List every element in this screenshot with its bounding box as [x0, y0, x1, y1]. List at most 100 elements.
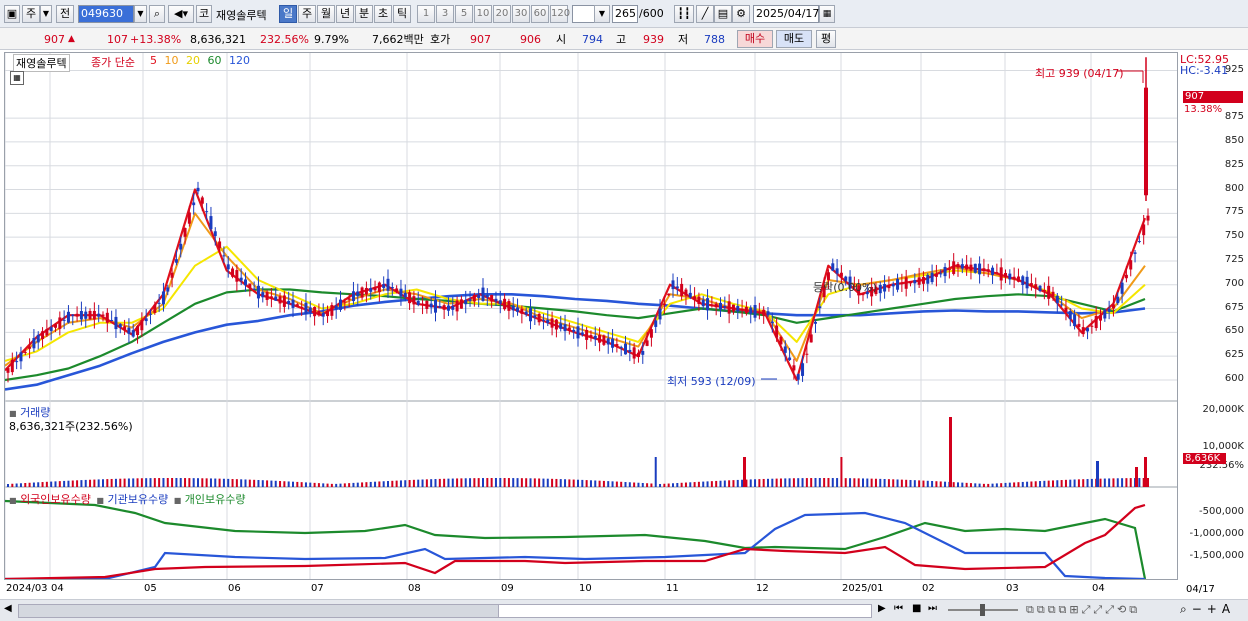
volume-bar [697, 481, 700, 487]
volume-bar [935, 481, 938, 487]
tab-6[interactable]: 틱 [393, 5, 411, 23]
save-icon[interactable]: ▤ [714, 5, 732, 23]
speaker-icon[interactable]: ◀▾ [168, 5, 194, 23]
first-page-icon[interactable]: ⏮ [894, 603, 903, 614]
zoom-slider-handle[interactable] [980, 604, 985, 616]
volume-bar [624, 482, 627, 487]
volume-bar [1073, 479, 1076, 487]
x-tick-label: 08 [408, 583, 421, 594]
market-dropdown-icon[interactable]: ▼ [40, 5, 52, 23]
candle-body [887, 284, 891, 289]
chart-area[interactable]: 재영솔루텍 종가 단순 5 10 20 60 120 ▦ 최고 939 (04/… [4, 52, 1178, 580]
last-page-icon[interactable]: ⏭ [928, 603, 937, 614]
volume-bar [67, 480, 70, 487]
volume-bar [538, 478, 541, 487]
current-price-box: 907 [1183, 91, 1243, 103]
volume-bar [214, 478, 217, 487]
candle-body [196, 187, 200, 192]
candle-type-icon[interactable]: ┇┇ [674, 5, 694, 23]
volume-bar [978, 483, 981, 487]
volume-bar [464, 478, 467, 487]
calendar-icon[interactable]: ▦ [819, 5, 835, 23]
eval-button[interactable]: 평 [816, 30, 836, 48]
candle-body [205, 211, 209, 213]
candle-body [347, 298, 351, 300]
grid-toggle-icon[interactable]: ▦ [10, 71, 24, 85]
interval-1[interactable]: 1 [417, 5, 435, 23]
stock-name: 재영솔루텍 [216, 9, 267, 22]
scroll-left-icon[interactable]: ◀ [4, 603, 12, 614]
candle-body [947, 269, 951, 271]
y-tick-label: 875 [1224, 111, 1244, 123]
volume-bar [926, 480, 929, 487]
date-input[interactable]: 2025/04/17 [753, 5, 819, 23]
foreign-line [5, 503, 1146, 579]
candle-body [421, 303, 425, 305]
interval-20[interactable]: 20 [493, 5, 511, 23]
scroll-thumb[interactable] [498, 604, 872, 618]
interval-30[interactable]: 30 [512, 5, 530, 23]
window-menu-icon[interactable]: ▣ [4, 5, 20, 23]
interval-10[interactable]: 10 [474, 5, 492, 23]
candle-body [818, 306, 822, 309]
candle-body [792, 365, 796, 371]
tab-5[interactable]: 초 [374, 5, 392, 23]
volume-bar [581, 479, 584, 487]
gear-icon[interactable]: ⚙ [732, 5, 750, 23]
period-button[interactable]: 전 [56, 5, 74, 23]
zoom-icons[interactable]: ⌕−+A [1180, 602, 1235, 617]
candle-body [200, 197, 204, 204]
interval-60[interactable]: 60 [531, 5, 549, 23]
interval-3[interactable]: 3 [436, 5, 454, 23]
candle-body [136, 326, 140, 336]
volume-bar [166, 478, 169, 487]
candle-body [231, 268, 235, 277]
volume-bar [1096, 461, 1099, 487]
candle-body [541, 319, 545, 321]
market-button[interactable]: 주 [22, 5, 40, 23]
tab-0[interactable]: 일 [279, 5, 297, 23]
candle-body [71, 314, 75, 316]
candle-body [649, 329, 653, 338]
volume-bar [248, 479, 251, 487]
kospi-button[interactable]: 코 [196, 5, 212, 23]
volume-bar [188, 478, 191, 487]
volume-bar [546, 478, 549, 487]
candle-body [118, 324, 122, 328]
candle-body [79, 311, 83, 320]
count-input[interactable]: 265 [612, 5, 638, 23]
volume-bar [529, 478, 532, 487]
buy-button[interactable]: 매수 [737, 30, 773, 48]
interval-120[interactable]: 120 [550, 5, 570, 23]
candle-body [412, 296, 416, 305]
tab-4[interactable]: 분 [355, 5, 373, 23]
volume-bar [949, 417, 952, 487]
inst-legend: 기관보유수량 [107, 493, 169, 506]
scroll-right-icon[interactable]: ▶ [878, 603, 886, 614]
draw-tool-icon[interactable]: ╱ [696, 5, 714, 23]
volume-bar [335, 483, 338, 487]
tool-icons[interactable]: ⧉⧉⧉⧉⊞⤢⤢⤢⟲⧉ [1026, 603, 1140, 617]
volume-bar [810, 478, 813, 487]
volume-bar [991, 483, 994, 487]
volume-bar [680, 482, 683, 487]
volume-bar [63, 480, 66, 487]
candle-body [900, 283, 904, 285]
tab-3[interactable]: 년 [336, 5, 354, 23]
tab-1[interactable]: 주 [298, 5, 316, 23]
search-icon[interactable]: ⌕ [149, 5, 165, 23]
candle-body [710, 304, 714, 306]
tab-2[interactable]: 월 [317, 5, 335, 23]
stock-code-input[interactable]: 049630 [78, 5, 134, 23]
candle-body [123, 326, 127, 331]
candle-body [304, 302, 308, 315]
code-dropdown-icon[interactable]: ▼ [134, 5, 147, 23]
horizontal-scrollbar[interactable] [18, 604, 500, 618]
sell-button[interactable]: 매도 [776, 30, 812, 48]
interval-5[interactable]: 5 [455, 5, 473, 23]
volume-bar [1077, 479, 1080, 487]
volume-bar [706, 481, 709, 487]
interval-dropdown-icon[interactable]: ▼ [594, 5, 610, 23]
stop-icon[interactable]: ■ [912, 603, 921, 614]
volume-bar [866, 478, 869, 487]
